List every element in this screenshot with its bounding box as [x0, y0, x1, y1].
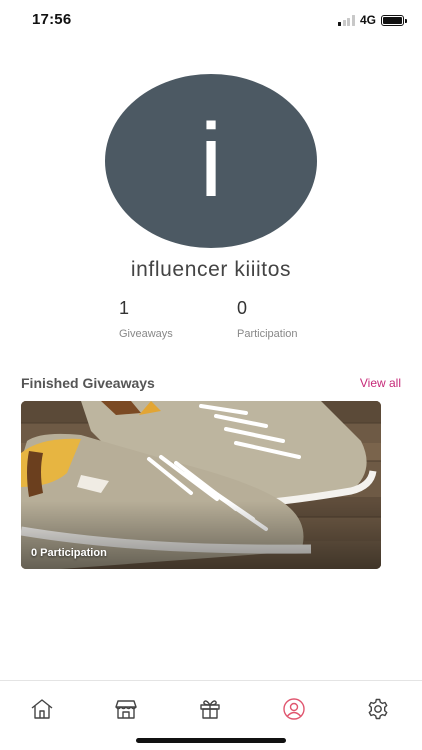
- status-time: 17:56: [32, 11, 72, 28]
- card-participation-caption: 0 Participation: [31, 547, 107, 559]
- giveaway-card[interactable]: 0 Participation: [21, 401, 381, 569]
- username: influencer kiiitos: [130, 258, 292, 281]
- settings-icon: [368, 698, 388, 720]
- tab-gifts[interactable]: [190, 689, 230, 729]
- gift-icon: [200, 700, 220, 719]
- view-all-link[interactable]: View all: [360, 376, 401, 390]
- giveaways-label: Giveaways: [119, 328, 173, 340]
- section-title-finished-giveaways: Finished Giveaways: [21, 375, 155, 391]
- home-icon: [31, 699, 53, 719]
- home-indicator: [136, 738, 286, 743]
- avatar[interactable]: i: [105, 74, 317, 248]
- signal-icon: [338, 14, 355, 26]
- store-icon: [115, 700, 137, 719]
- participation-label: Participation: [237, 328, 298, 340]
- participation-count: 0: [237, 298, 248, 318]
- tab-home[interactable]: [22, 689, 62, 729]
- profile-icon: [283, 698, 305, 720]
- stat-participation[interactable]: 0 Participation: [237, 298, 298, 340]
- status-indicators: 4G: [338, 13, 407, 27]
- tab-profile[interactable]: [274, 689, 314, 729]
- giveaways-count: 1: [119, 298, 130, 318]
- sneakers-photo: [21, 401, 381, 569]
- network-type: 4G: [359, 13, 376, 27]
- battery-icon: [381, 14, 407, 26]
- stat-giveaways[interactable]: 1 Giveaways: [119, 298, 173, 340]
- tab-store[interactable]: [106, 689, 146, 729]
- avatar-letter: i: [199, 103, 223, 219]
- tab-settings[interactable]: [358, 689, 398, 729]
- status-bar: 17:56 4G: [0, 0, 422, 40]
